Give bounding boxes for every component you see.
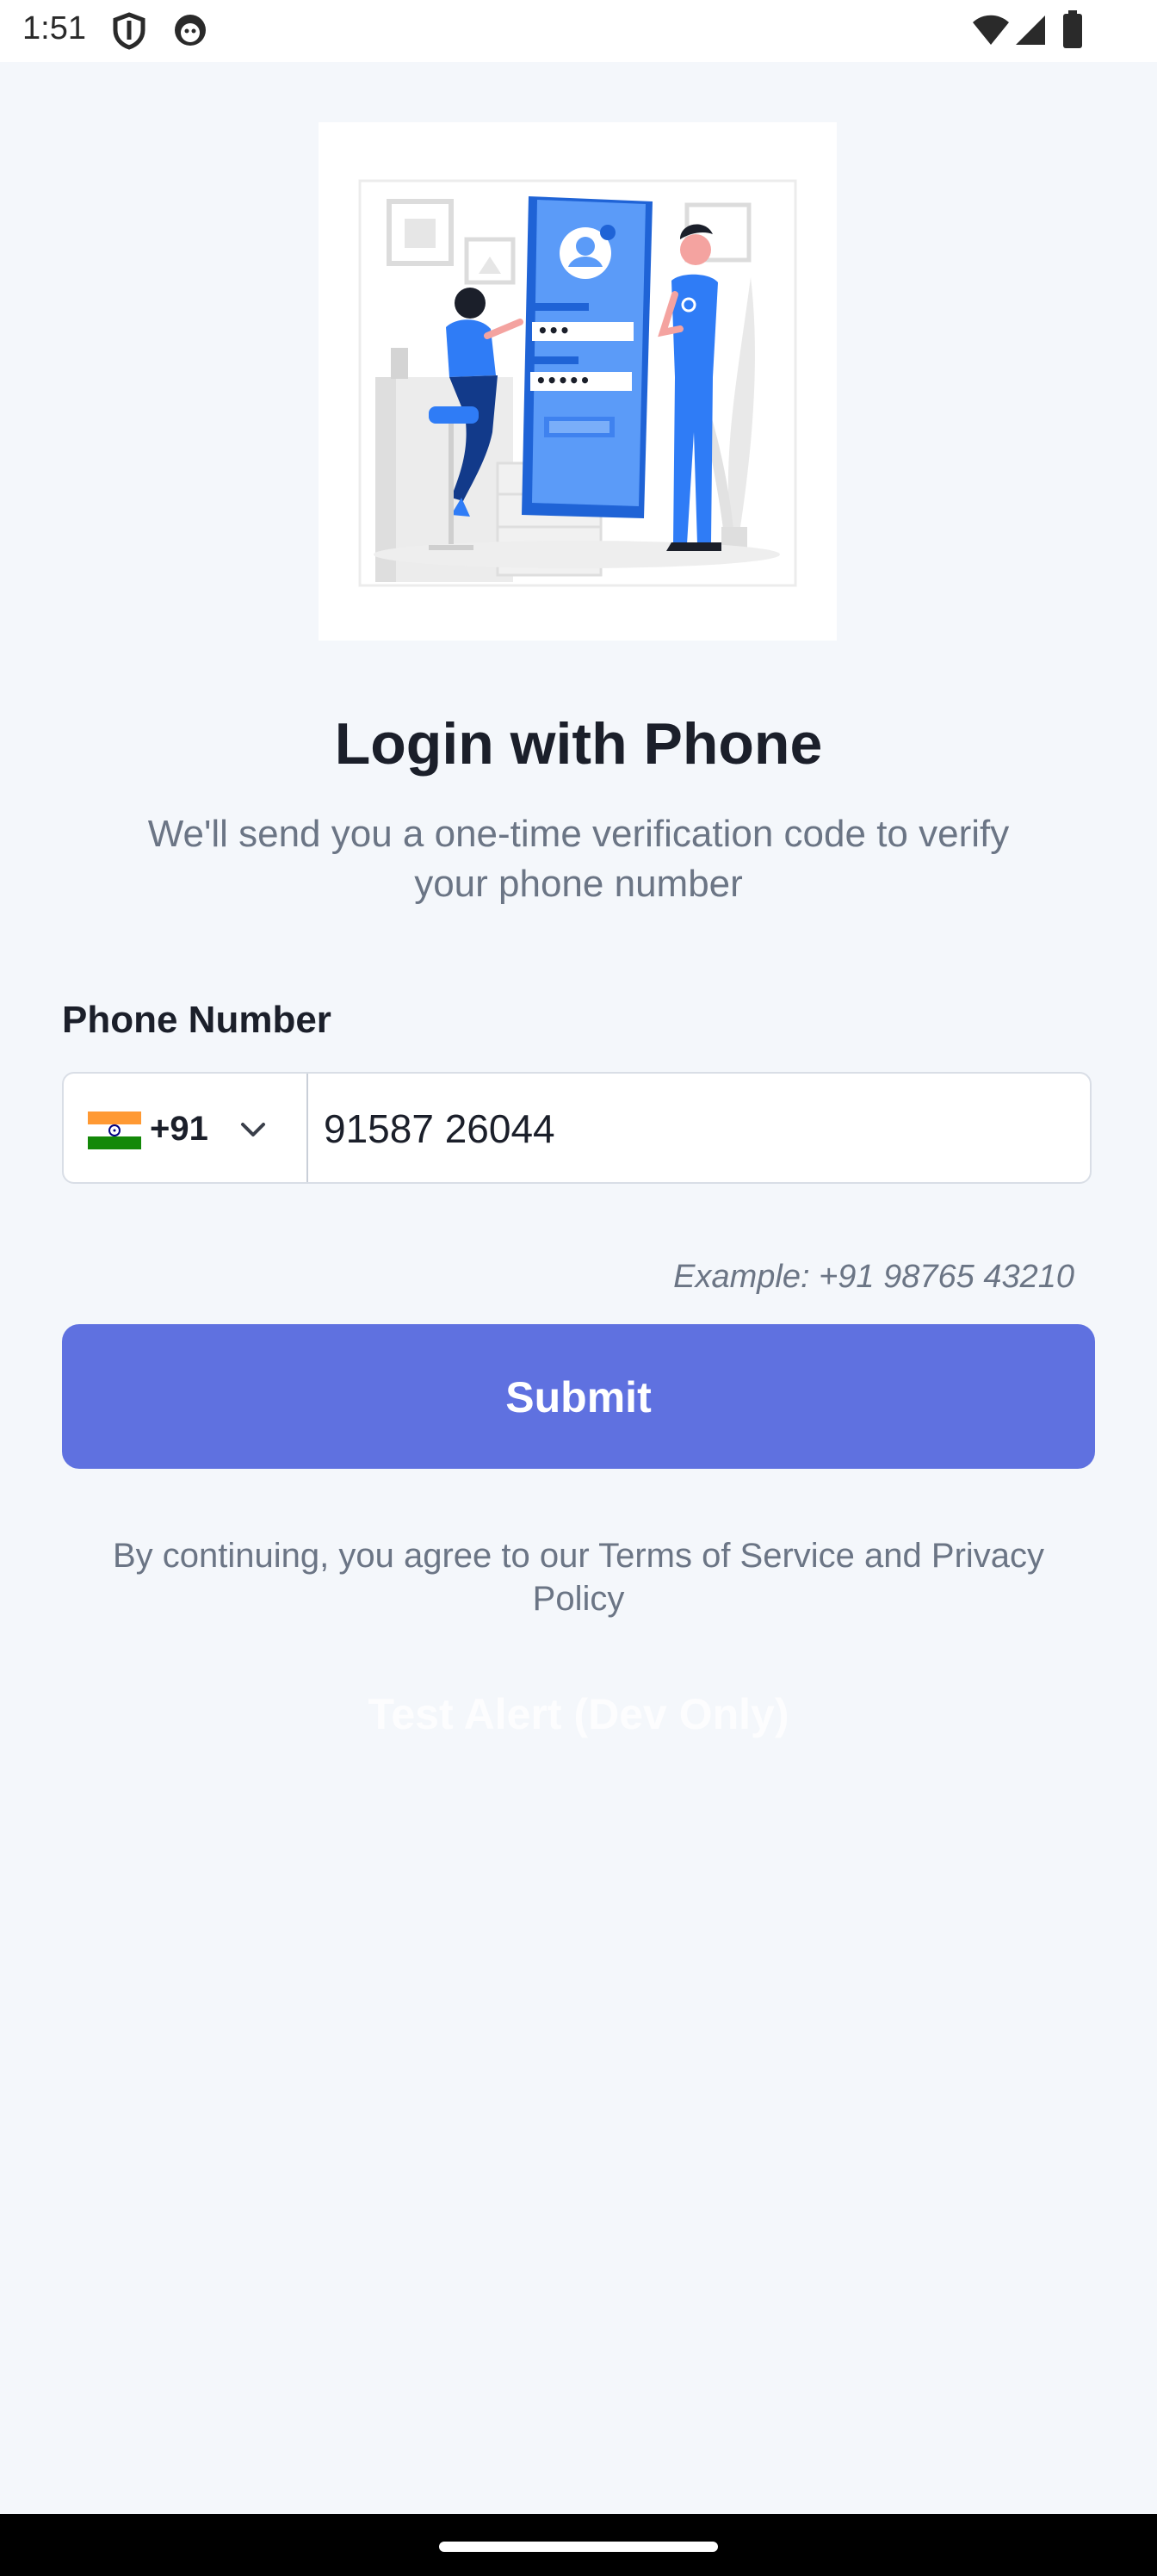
page-subtitle: We'll send you a one-time verification c… (147, 813, 1010, 905)
india-flag-icon (88, 1112, 141, 1149)
login-illustration-icon: ••• ••••• (358, 179, 797, 587)
status-time: 1:51 (22, 10, 86, 46)
phone-number-input[interactable] (322, 1089, 1066, 1168)
terms-notice: By continuing, you agree to our Terms of… (112, 1537, 1045, 1618)
home-gesture-handle[interactable] (439, 2542, 718, 2552)
login-illustration: ••• ••••• (319, 122, 837, 641)
battery-icon (1062, 10, 1083, 53)
system-navigation-bar (0, 2514, 1157, 2576)
wifi-icon (971, 14, 1011, 51)
submit-button[interactable]: Submit (62, 1324, 1095, 1469)
phone-number-field: +91 (62, 1072, 1092, 1184)
shield-icon (112, 12, 146, 54)
phone-example-hint: Example: +91 98765 43210 (673, 1259, 1074, 1295)
test-alert-button[interactable]: Test Alert (Dev Only) (0, 1689, 1157, 1739)
smiley-app-icon (172, 12, 208, 53)
phone-number-label: Phone Number (62, 999, 331, 1041)
signal-icon (1012, 14, 1047, 51)
page-title: Login with Phone (334, 711, 823, 777)
country-dial-code: +91 (150, 1110, 208, 1148)
pin-mask-1: ••• (537, 320, 570, 341)
chevron-down-icon (236, 1112, 270, 1151)
country-code-picker[interactable]: +91 (64, 1074, 308, 1182)
status-bar: 1:51 (0, 0, 1157, 62)
pin-mask-2: ••••• (535, 370, 591, 391)
